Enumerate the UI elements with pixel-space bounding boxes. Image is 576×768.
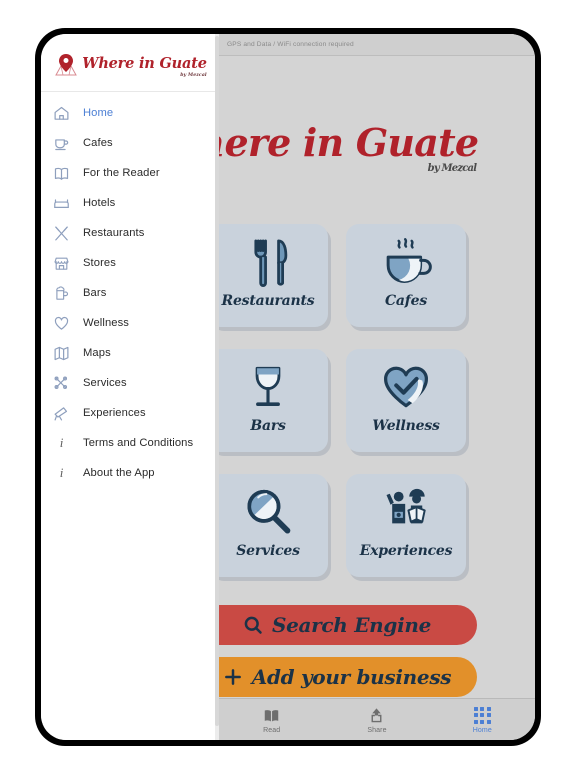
sidebar-item-terms-and-conditions[interactable]: i Terms and Conditions — [41, 428, 219, 458]
info-icon: i — [59, 435, 64, 450]
device-frame: Where in Guate by Mezcal Home Cafes For … — [35, 28, 541, 746]
open-book-icon — [263, 706, 280, 725]
action-button-group: Search Engine Add your business — [219, 605, 535, 697]
sidebar-scrollbar[interactable] — [215, 34, 219, 740]
connection-notice-text: GPS and Data / WiFi connection required — [227, 41, 354, 48]
main-content: GPS and Data / WiFi connection required … — [219, 34, 535, 740]
app-title-logo: Where in Guateby Mezcal — [219, 120, 487, 174]
add-business-button[interactable]: Add your business — [219, 657, 477, 697]
map-pin-logo-icon — [53, 53, 79, 77]
sidebar-item-label: Wellness — [83, 317, 129, 329]
telescope-icon — [53, 405, 70, 422]
navigation-drawer: Where in Guate by Mezcal Home Cafes For … — [41, 34, 219, 740]
sidebar-item-experiences[interactable]: Experiences — [41, 398, 219, 428]
sidebar-item-label: Maps — [83, 347, 111, 359]
sidebar-scroll-thumb[interactable] — [215, 36, 219, 726]
bottom-nav-label: Home — [472, 726, 492, 734]
sidebar-logo-text: Where in Guate by Mezcal — [82, 55, 207, 79]
bed-icon — [53, 195, 70, 212]
bottom-nav-share[interactable]: Share — [324, 699, 429, 740]
sidebar-item-label: Stores — [83, 257, 116, 269]
content-scroll-area[interactable]: Where in Guateby Mezcal — [219, 56, 535, 698]
heart-check-icon — [379, 358, 433, 416]
category-tile-services[interactable]: Services — [219, 474, 328, 577]
beer-mug-icon — [53, 285, 70, 302]
sidebar-item-label: Services — [83, 377, 127, 389]
sidebar-item-label: Experiences — [83, 407, 146, 419]
device-screen: Where in Guate by Mezcal Home Cafes For … — [41, 34, 535, 740]
sidebar-item-wellness[interactable]: Wellness — [41, 308, 219, 338]
share-upload-icon — [368, 706, 385, 725]
category-tile-label: Restaurants — [221, 293, 315, 309]
category-tile-label: Wellness — [372, 418, 440, 434]
coffee-cup-icon — [53, 135, 70, 152]
sidebar-item-bars[interactable]: Bars — [41, 278, 219, 308]
sidebar-item-label: Hotels — [83, 197, 116, 209]
category-tile-label: Services — [236, 543, 300, 559]
open-book-icon — [53, 165, 70, 182]
category-tile-grid: Restaurants Cafes Bars Wellness Services… — [219, 224, 535, 577]
category-tile-label: Cafes — [384, 293, 428, 309]
category-tile-wellness[interactable]: Wellness — [346, 349, 466, 452]
fork-knife-icon — [242, 233, 294, 291]
add-business-button-label: Add your business — [251, 665, 452, 689]
grid-icon — [473, 706, 491, 725]
category-tile-experiences[interactable]: Experiences — [346, 474, 466, 577]
sidebar-item-services[interactable]: Services — [41, 368, 219, 398]
sidebar-item-label: Bars — [83, 287, 107, 299]
bottom-nav-label: Share — [367, 726, 387, 734]
coffee-cup-icon — [379, 233, 433, 291]
sidebar-item-label: Terms and Conditions — [83, 437, 194, 449]
sidebar-item-label: Cafes — [83, 137, 113, 149]
connection-notice-bar: GPS and Data / WiFi connection required — [219, 34, 535, 56]
sidebar-menu: Home Cafes For the Reader Hotels Restaur… — [41, 92, 219, 740]
bottom-nav-home[interactable]: Home — [430, 699, 535, 740]
sidebar-item-hotels[interactable]: Hotels — [41, 188, 219, 218]
app-title-text: Where in Guateby Mezcal — [219, 120, 479, 174]
map-icon — [53, 345, 70, 362]
tools-icon — [53, 375, 70, 392]
bottom-navigation-bar: Read Share Home — [219, 698, 535, 740]
sidebar-item-label: Home — [83, 107, 114, 119]
sidebar-logo: Where in Guate by Mezcal — [41, 34, 219, 92]
info-icon: i — [59, 465, 64, 480]
magnifier-icon — [242, 483, 294, 541]
search-engine-button-label: Search Engine — [271, 613, 432, 637]
sidebar-item-stores[interactable]: Stores — [41, 248, 219, 278]
category-tile-label: Bars — [250, 418, 286, 434]
heart-icon — [53, 315, 70, 332]
sidebar-logo-byline: by Mezcal — [180, 73, 207, 79]
house-icon — [53, 105, 70, 122]
magnifier-icon — [243, 615, 263, 635]
bottom-nav-label: Read — [263, 726, 281, 734]
storefront-icon — [53, 255, 70, 272]
sidebar-item-about-the-app[interactable]: i About the App — [41, 458, 219, 488]
sidebar-item-home[interactable]: Home — [41, 98, 219, 128]
sidebar-item-restaurants[interactable]: Restaurants — [41, 218, 219, 248]
search-engine-button[interactable]: Search Engine — [219, 605, 477, 645]
category-tile-bars[interactable]: Bars — [219, 349, 328, 452]
sidebar-item-label: About the App — [83, 467, 155, 479]
sidebar-item-label: Restaurants — [83, 227, 145, 239]
sidebar-item-cafes[interactable]: Cafes — [41, 128, 219, 158]
wine-glass-icon — [243, 358, 293, 416]
fork-knife-icon — [53, 225, 70, 242]
sidebar-item-label: For the Reader — [83, 167, 160, 179]
bottom-nav-read[interactable]: Read — [219, 699, 324, 740]
plus-icon — [223, 667, 243, 687]
category-tile-restaurants[interactable]: Restaurants — [219, 224, 328, 327]
category-tile-cafes[interactable]: Cafes — [346, 224, 466, 327]
sidebar-item-for-the-reader[interactable]: For the Reader — [41, 158, 219, 188]
sidebar-item-maps[interactable]: Maps — [41, 338, 219, 368]
category-tile-label: Experiences — [359, 543, 453, 559]
tourists-icon — [378, 483, 434, 541]
app-title-byline: by Mezcal — [427, 163, 477, 174]
